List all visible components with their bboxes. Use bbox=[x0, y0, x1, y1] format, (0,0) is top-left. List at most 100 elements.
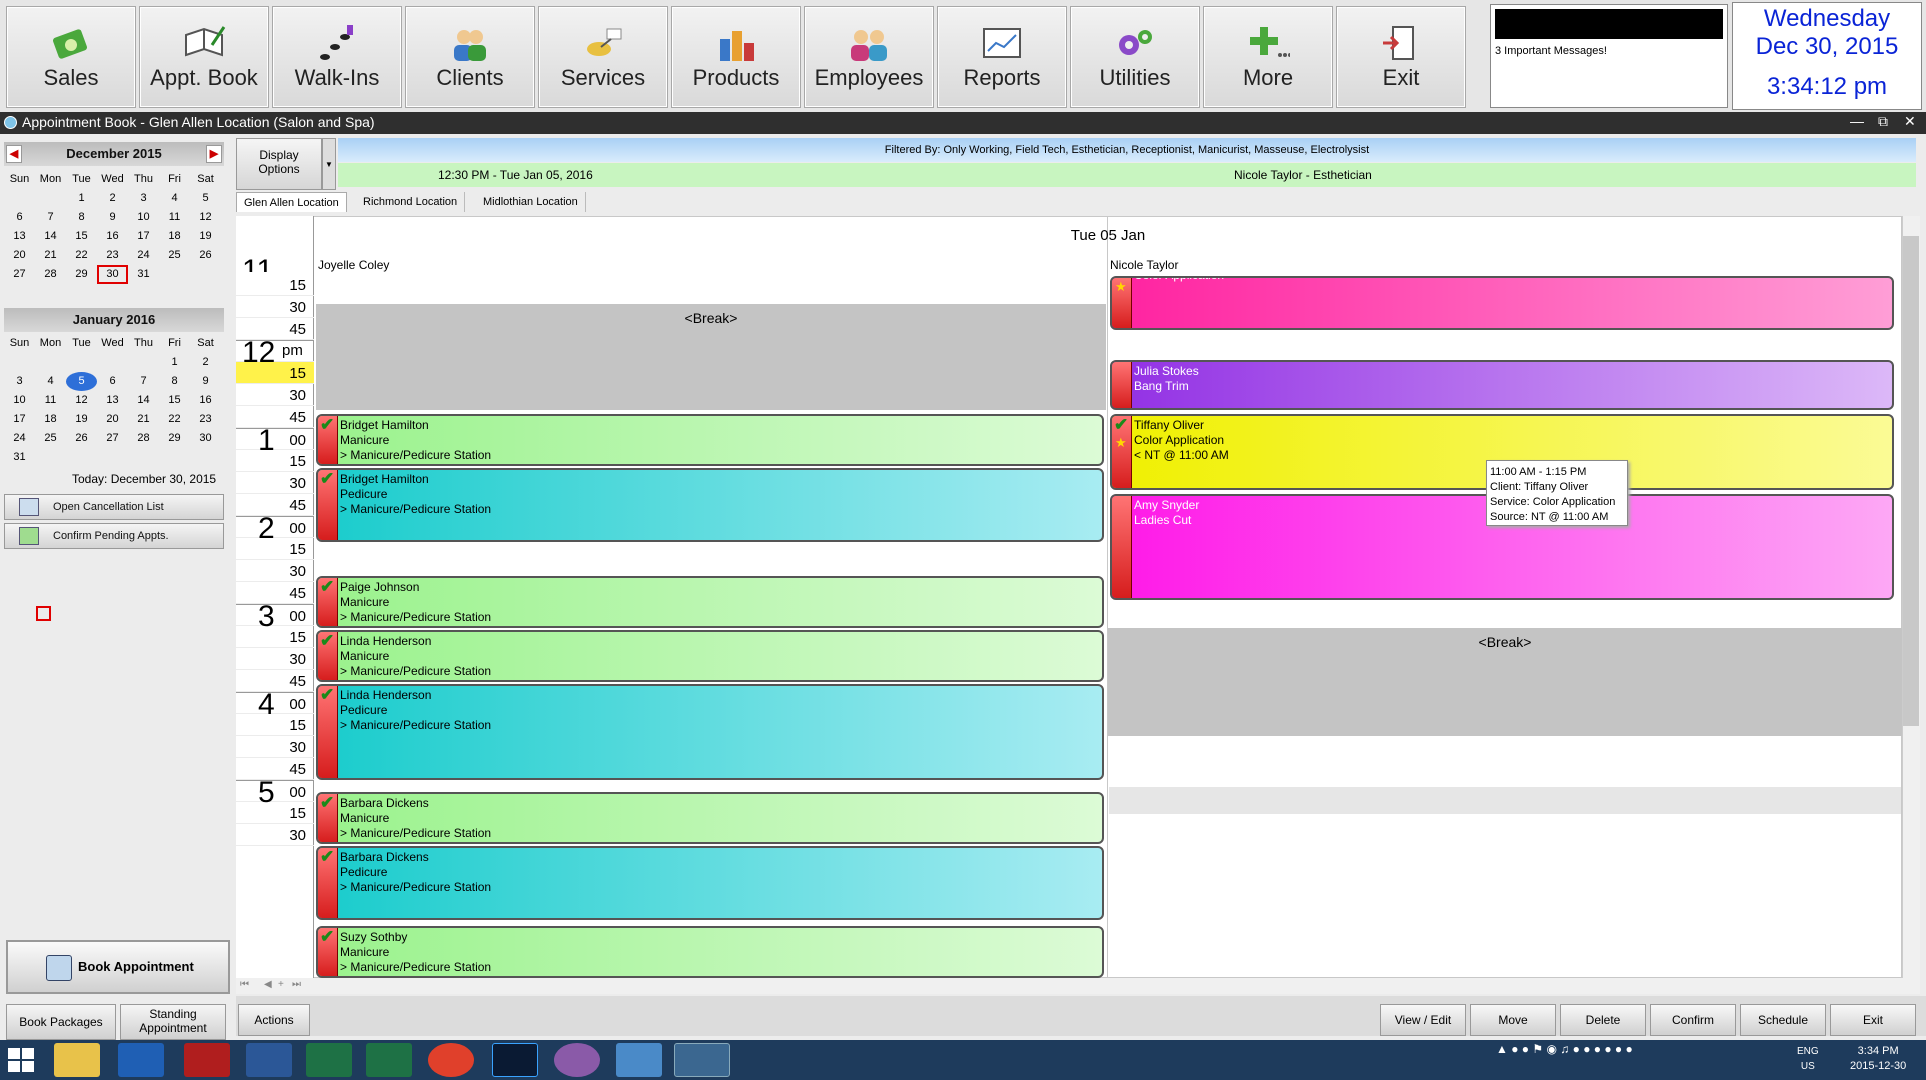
calendar-day[interactable]: 18 bbox=[35, 410, 66, 429]
time-slot[interactable]: 15 bbox=[236, 626, 314, 648]
calendar-day[interactable]: 27 bbox=[4, 265, 35, 284]
calendar-day[interactable]: 17 bbox=[4, 410, 35, 429]
clients-button[interactable]: Clients bbox=[405, 6, 535, 108]
calendar-day[interactable]: 25 bbox=[35, 429, 66, 448]
time-slot[interactable]: 00 bbox=[236, 780, 314, 802]
sales-button[interactable]: Sales bbox=[6, 6, 136, 108]
calendar-day[interactable]: 12 bbox=[66, 391, 97, 410]
photoshop-icon[interactable] bbox=[492, 1043, 538, 1077]
calendar-day[interactable]: 7 bbox=[35, 208, 66, 227]
utilities-button[interactable]: Utilities bbox=[1070, 6, 1200, 108]
appointment-block[interactable]: ✔ Bridget Hamilton Pedicure > Manicure/Pedi… bbox=[316, 468, 1104, 542]
time-slot[interactable]: 30 bbox=[236, 824, 314, 846]
calendar-day[interactable]: 13 bbox=[97, 391, 128, 410]
calendar-day[interactable]: 29 bbox=[159, 429, 190, 448]
tab-richmond[interactable]: Richmond Location bbox=[356, 192, 466, 212]
calendar-day[interactable]: 6 bbox=[97, 372, 128, 391]
calendar-day[interactable]: 24 bbox=[4, 429, 35, 448]
scroll-prev-icon[interactable]: ◀ bbox=[264, 979, 272, 990]
outlook-icon[interactable] bbox=[118, 1043, 164, 1077]
acrobat-icon[interactable] bbox=[184, 1043, 230, 1077]
today-link[interactable]: Today: December 30, 2015 bbox=[72, 472, 216, 486]
messages-panel[interactable]: 3 Important Messages! bbox=[1490, 4, 1728, 108]
book-appointment-button[interactable]: Book Appointment bbox=[6, 940, 230, 994]
calendar-day[interactable]: 12 bbox=[190, 208, 221, 227]
calendar-day[interactable]: 5 bbox=[66, 372, 97, 391]
confirm-button[interactable]: Confirm bbox=[1650, 1004, 1736, 1036]
time-slot[interactable]: 00 bbox=[236, 604, 314, 626]
calendar-day[interactable]: 16 bbox=[97, 227, 128, 246]
photos-icon[interactable] bbox=[616, 1043, 662, 1077]
calendar-day[interactable]: 2 bbox=[190, 353, 221, 372]
calendar-day[interactable]: 22 bbox=[66, 246, 97, 265]
calculator-icon[interactable] bbox=[366, 1043, 412, 1077]
calendar-day[interactable]: 31 bbox=[4, 448, 35, 467]
confirm-pending-button[interactable]: Confirm Pending Appts. bbox=[4, 523, 224, 549]
calendar-day[interactable]: 2 bbox=[97, 189, 128, 208]
appointment-block[interactable]: ✔ Suzy Sothby Manicure > Manicure/Pedicure … bbox=[316, 926, 1104, 978]
calendar-day[interactable]: 24 bbox=[128, 246, 159, 265]
windows-start-icon[interactable] bbox=[8, 1048, 34, 1072]
time-slot[interactable]: 00 bbox=[236, 692, 314, 714]
time-slot[interactable]: 30 bbox=[236, 384, 314, 406]
calendar-day[interactable]: 14 bbox=[128, 391, 159, 410]
calendar-day[interactable]: 25 bbox=[159, 246, 190, 265]
calendar-day[interactable]: 18 bbox=[159, 227, 190, 246]
minimize-button[interactable]: — bbox=[1850, 113, 1864, 129]
calendar-day[interactable]: 30 bbox=[190, 429, 221, 448]
time-slot[interactable]: 00 bbox=[236, 428, 314, 450]
appointment-block[interactable]: ✔ Paige Johnson Manicure > Manicure/Pedicur… bbox=[316, 576, 1104, 628]
time-slot[interactable]: 30 bbox=[236, 736, 314, 758]
appointment-block[interactable]: ★ Color Application bbox=[1110, 276, 1894, 330]
calendar-day[interactable]: 19 bbox=[190, 227, 221, 246]
calendar-day[interactable]: 27 bbox=[97, 429, 128, 448]
exit-appt-button[interactable]: Exit bbox=[1830, 1004, 1916, 1036]
calendar-day[interactable]: 31 bbox=[128, 265, 159, 284]
calendar-day[interactable]: 10 bbox=[128, 208, 159, 227]
calendar-day[interactable]: 11 bbox=[35, 391, 66, 410]
calendar-day[interactable]: 7 bbox=[128, 372, 159, 391]
time-slot[interactable]: 30 bbox=[236, 296, 314, 318]
close-button[interactable]: ✕ bbox=[1904, 113, 1916, 130]
open-cancellation-list-button[interactable]: Open Cancellation List bbox=[4, 494, 224, 520]
prev-month-button[interactable]: ◀ bbox=[6, 145, 22, 163]
calendar-day[interactable]: 16 bbox=[190, 391, 221, 410]
display-options-button[interactable]: Display Options bbox=[236, 138, 322, 190]
calendar-day[interactable]: 9 bbox=[190, 372, 221, 391]
appointment-block[interactable]: Julia Stokes Bang Trim bbox=[1110, 360, 1894, 410]
paint-icon[interactable] bbox=[554, 1043, 600, 1077]
chrome-icon[interactable] bbox=[428, 1043, 474, 1077]
employees-button[interactable]: Employees bbox=[804, 6, 934, 108]
calendar-day[interactable]: 9 bbox=[97, 208, 128, 227]
calendar-day[interactable]: 20 bbox=[97, 410, 128, 429]
scrollbar-thumb[interactable] bbox=[1903, 236, 1919, 726]
file-explorer-icon[interactable] bbox=[54, 1043, 100, 1077]
display-options-dropdown[interactable]: ▼ bbox=[322, 138, 336, 190]
calendar-day[interactable]: 10 bbox=[4, 391, 35, 410]
break-block-joyelle[interactable]: <Break> bbox=[316, 304, 1106, 410]
appointment-block[interactable]: ✔ Linda Henderson Manicure > Manicure/Pedic… bbox=[316, 630, 1104, 682]
calendar-day[interactable]: 15 bbox=[66, 227, 97, 246]
scroll-add-icon[interactable]: + bbox=[278, 979, 284, 990]
restore-button[interactable]: ⧉ bbox=[1878, 113, 1888, 130]
calendar-day[interactable]: 1 bbox=[66, 189, 97, 208]
calendar-day[interactable]: 13 bbox=[4, 227, 35, 246]
excel-icon[interactable] bbox=[306, 1043, 352, 1077]
calendar-day[interactable]: 6 bbox=[4, 208, 35, 227]
calendar-day[interactable]: 15 bbox=[159, 391, 190, 410]
calendar-day[interactable]: 23 bbox=[190, 410, 221, 429]
break-block-nicole[interactable]: <Break> bbox=[1108, 628, 1902, 736]
calendar-day[interactable]: 11 bbox=[159, 208, 190, 227]
calendar-day[interactable]: 28 bbox=[128, 429, 159, 448]
calendar-day[interactable]: 4 bbox=[159, 189, 190, 208]
messages-count[interactable]: 3 Important Messages! bbox=[1495, 45, 1607, 57]
time-slot[interactable]: 45 bbox=[236, 406, 314, 428]
next-month-button[interactable]: ▶ bbox=[206, 145, 222, 163]
walk-ins-button[interactable]: Walk-Ins bbox=[272, 6, 402, 108]
time-slot[interactable]: 30 bbox=[236, 560, 314, 582]
calendar-day[interactable]: 26 bbox=[66, 429, 97, 448]
salon-app-taskbar-icon[interactable] bbox=[674, 1043, 730, 1077]
appt-book-button[interactable]: Appt. Book bbox=[139, 6, 269, 108]
calendar-day[interactable]: 4 bbox=[35, 372, 66, 391]
calendar-day[interactable]: 29 bbox=[66, 265, 97, 284]
